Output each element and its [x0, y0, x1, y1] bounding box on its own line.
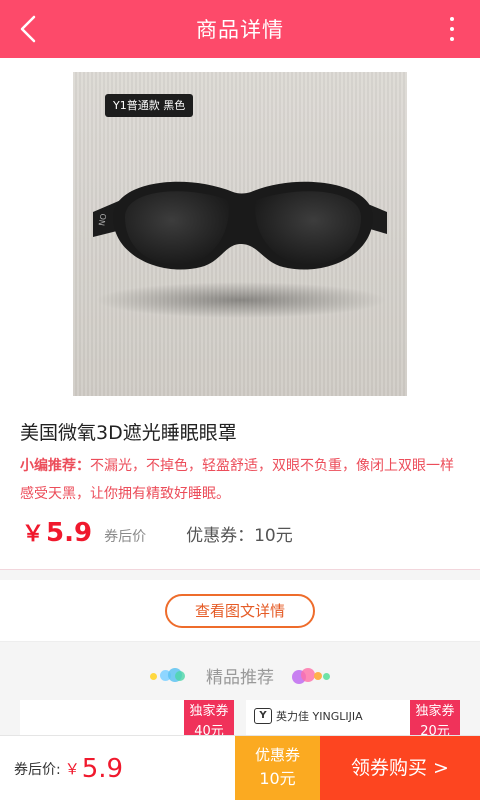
product-name: 美国微氧3D遮光睡眠眼罩 [20, 422, 237, 444]
detail-section: 查看图文详情 [0, 580, 480, 642]
product-image[interactable]: Y1普通款 黑色 NO [73, 72, 407, 396]
chevron-left-icon [20, 15, 36, 43]
bottom-action-bar: 券后价: ￥ 5.9 优惠券 10元 领券购买 > [0, 735, 480, 800]
back-button[interactable] [10, 9, 50, 49]
claim-and-buy-button[interactable]: 领券购买 > [320, 736, 480, 800]
price-row: ￥5.9 券后价 优惠券：10元 [22, 516, 293, 552]
after-coupon-price: 券后价: ￥ 5.9 [14, 753, 124, 784]
brand-logo: Y 英力佳 YINGLIJIA [254, 708, 363, 724]
coupon-info: 优惠券：10元 [186, 526, 293, 546]
sleep-mask-illustration: NO [93, 181, 387, 318]
brand-logo-icon: Y [254, 708, 272, 724]
recommend-label: 小编推荐： [20, 458, 90, 474]
app-header: 商品详情 [0, 0, 480, 58]
product-card: Y1普通款 黑色 NO 美国微氧3D遮光睡眠眼罩 小编推荐：不漏光，不掉色，轻盈… [0, 58, 480, 570]
price: ￥5.9 [22, 518, 93, 548]
decor-dots-left-icon [148, 667, 190, 683]
view-details-button[interactable]: 查看图文详情 [165, 594, 315, 628]
product-recommendation: 小编推荐：不漏光，不掉色，轻盈舒适，双眼不负重，像闭上双眼一样感受天黑，让你拥有… [20, 452, 465, 508]
decor-dots-right-icon [290, 667, 332, 684]
more-vertical-icon [450, 17, 454, 21]
price-note: 券后价 [104, 529, 147, 545]
coupon-button[interactable]: 优惠券 10元 [235, 736, 320, 800]
recommend-section-title: 精品推荐 [0, 660, 480, 690]
page-title: 商品详情 [196, 18, 284, 42]
more-button[interactable] [444, 14, 460, 44]
